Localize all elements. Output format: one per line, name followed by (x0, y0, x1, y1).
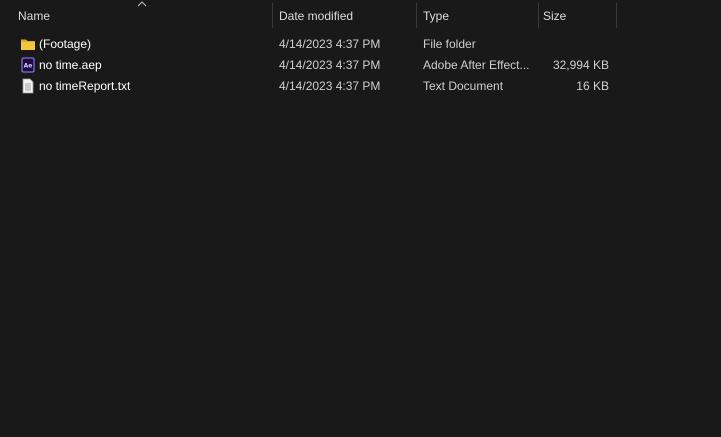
file-date-modified: 4/14/2023 4:37 PM (279, 79, 381, 93)
sort-ascending-icon (137, 1, 147, 7)
file-size (540, 34, 609, 55)
file-type: Text Document (423, 79, 504, 93)
file-date-modified: 4/14/2023 4:37 PM (279, 37, 381, 51)
text-document-icon (22, 78, 34, 94)
after-effects-icon: Ae (21, 57, 35, 73)
file-type: File folder (423, 37, 476, 51)
column-header-size[interactable]: Size (537, 0, 616, 30)
column-separator[interactable] (616, 3, 617, 28)
file-name: no time.aep (39, 58, 102, 72)
column-header-type[interactable]: Type (417, 0, 538, 30)
file-row[interactable]: (Footage) 4/14/2023 4:37 PM File folder (0, 34, 721, 55)
file-list-pane: Name Date modified Type Size (Footage) 4… (0, 0, 721, 437)
folder-icon (21, 39, 35, 50)
file-name: (Footage) (39, 37, 92, 51)
column-header-bar: Name Date modified Type Size (0, 0, 721, 30)
column-header-date-modified[interactable]: Date modified (273, 0, 416, 30)
file-name: no timeReport.txt (39, 79, 131, 93)
file-size: 32,994 KB (552, 58, 609, 72)
file-row[interactable]: Ae no time.aep 4/14/2023 4:37 PM Adobe A… (0, 55, 721, 76)
file-type: Adobe After Effect... (423, 58, 530, 72)
file-date-modified: 4/14/2023 4:37 PM (279, 58, 381, 72)
svg-text:Ae: Ae (24, 63, 33, 70)
file-size: 16 KB (576, 79, 609, 93)
file-row[interactable]: no timeReport.txt 4/14/2023 4:37 PM Text… (0, 76, 721, 97)
